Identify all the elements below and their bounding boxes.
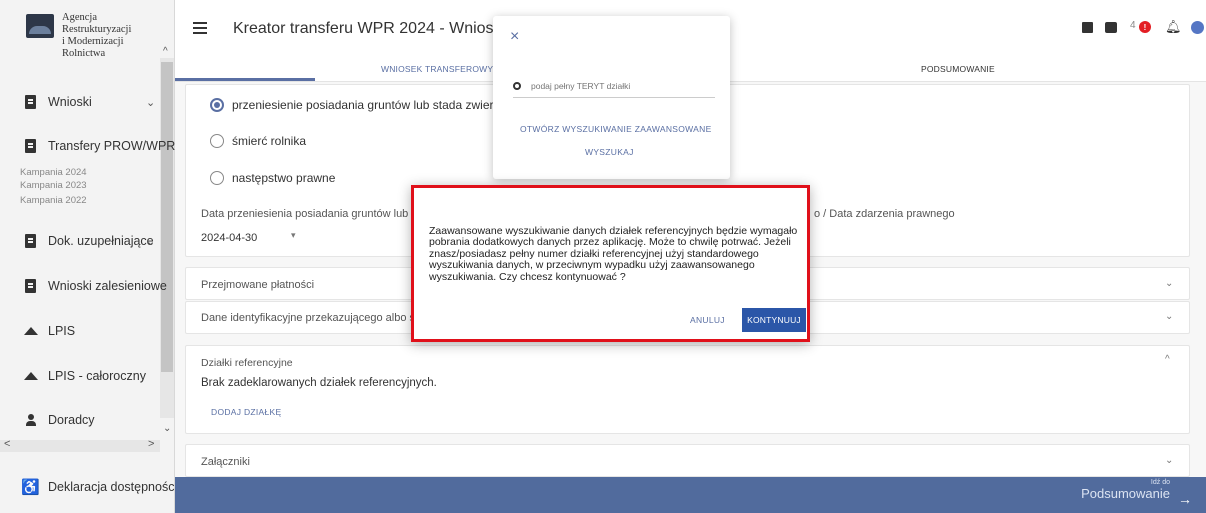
logo-icon <box>26 14 54 38</box>
sidebar-hscrollbar[interactable]: < > <box>0 438 160 452</box>
cancel-button[interactable]: ANULUJ <box>690 315 725 325</box>
scroll-right-icon[interactable]: > <box>148 438 154 450</box>
section-title: Załączniki <box>201 456 250 468</box>
tab-wniosek-transferowy[interactable]: WNIOSEK TRANSFEROWY <box>381 64 493 74</box>
sidebar-subitem-kampania-2023[interactable]: Kampania 2023 <box>20 180 87 191</box>
alert-badge-icon[interactable]: ! <box>1139 21 1151 33</box>
notification-count: 4 <box>1130 20 1136 31</box>
section-plots: Działki referencyjne Brak zadeklarowanyc… <box>185 345 1190 434</box>
sidebar-scrollbar-thumb[interactable] <box>161 62 173 372</box>
document-icon <box>24 234 37 248</box>
sidebar-scrollbar[interactable] <box>160 58 174 418</box>
empty-plots-text: Brak zadeklarowanych działek referencyjn… <box>201 377 437 389</box>
footer-bar[interactable]: Idź do Podsumowanie → <box>175 477 1206 513</box>
section-attachments[interactable]: Załączniki ⌄ <box>185 444 1190 477</box>
goto-label: Idź do <box>1150 479 1170 486</box>
document-icon <box>24 95 37 109</box>
chevron-down-icon[interactable]: ⌄ <box>1165 455 1173 466</box>
dropdown-arrow-icon[interactable]: ▾ <box>291 230 296 241</box>
menu-icon[interactable] <box>193 22 207 34</box>
add-plot-button[interactable]: DODAJ DZIAŁKĘ <box>211 407 282 417</box>
sidebar-item-lpis[interactable]: LPIS <box>0 316 160 346</box>
sidebar-item-label: Wnioski <box>48 95 92 109</box>
sidebar: Agencja Restrukturyzacji i Modernizacji … <box>0 0 177 513</box>
scroll-left-icon[interactable]: < <box>4 438 10 450</box>
sidebar-item-transfery[interactable]: Transfery PROW/WPR <box>0 131 175 161</box>
search-icon <box>513 82 521 90</box>
plot-search-popup: × OTWÓRZ WYSZUKIWANIE ZAAWANSOWANE WYSZU… <box>493 16 730 179</box>
sidebar-item-label: Dok. uzupełniające <box>48 234 154 248</box>
date-field[interactable]: 2024-04-30 <box>201 232 257 244</box>
chevron-down-icon[interactable]: ⌄ <box>1165 311 1173 322</box>
arimr-logo[interactable]: Agencja Restrukturyzacji i Modernizacji … <box>0 0 160 60</box>
radio-smierc[interactable] <box>210 134 224 148</box>
dialog-message: Zaawansowane wyszukiwanie danych działek… <box>429 225 798 283</box>
date-label-right: o / Data zdarzenia prawnego <box>814 208 955 220</box>
continue-button[interactable]: KONTYNUUJ <box>742 308 806 332</box>
goto-summary-link[interactable]: Idź do Podsumowanie → <box>1081 479 1192 507</box>
scroll-down-icon[interactable]: ⌄ <box>163 423 171 434</box>
sidebar-item-wnioski[interactable]: Wnioski ⌄ <box>0 87 160 117</box>
logo-line-2: i Modernizacji Rolnictwa <box>62 36 124 59</box>
section-title: Dane identyfikacyjne przekazującego albo… <box>201 312 434 324</box>
confirm-dialog: Zaawansowane wyszukiwanie danych działek… <box>411 185 810 342</box>
logo-line-1: Agencja Restrukturyzacji <box>62 12 132 35</box>
bell-icon[interactable]: 🔔︎ <box>1165 19 1182 35</box>
sidebar-item-label: Wnioski zalesieniowe <box>48 279 167 293</box>
sidebar-item-label: LPIS - całoroczny <box>48 369 146 383</box>
section-title: Przejmowane płatności <box>201 279 315 291</box>
sidebar-subitem-kampania-2024[interactable]: Kampania 2024 <box>20 167 87 178</box>
sidebar-item-doradcy[interactable]: Doradcy <box>0 405 160 435</box>
sidebar-item-wnioski-zalesieniowe[interactable]: Wnioski zalesieniowe <box>0 271 167 301</box>
teryt-search-input[interactable] <box>529 80 709 92</box>
print-icon[interactable] <box>1105 22 1117 33</box>
help-icon[interactable] <box>1191 21 1204 34</box>
goto-target: Podsumowanie <box>1081 486 1170 501</box>
sidebar-item-lpis-caloroczny[interactable]: LPIS - całoroczny <box>0 361 160 391</box>
date-label: Data przeniesienia posiadania gruntów lu… <box>201 208 417 220</box>
radio-przeniesienie[interactable] <box>210 98 224 112</box>
radio-label: śmierć rolnika <box>232 134 307 148</box>
mountain-icon <box>23 372 38 380</box>
sidebar-item-deklaracja-dostepnosci[interactable]: ♿ Deklaracja dostępności <box>0 472 177 502</box>
advanced-search-button[interactable]: OTWÓRZ WYSZUKIWANIE ZAAWANSOWANE <box>520 124 712 134</box>
person-icon <box>24 414 37 426</box>
radio-nastepstwo[interactable] <box>210 171 224 185</box>
close-icon[interactable]: × <box>510 28 519 46</box>
teryt-search-field[interactable] <box>513 80 715 98</box>
save-icon[interactable] <box>1082 22 1093 33</box>
document-icon <box>24 139 37 153</box>
search-button[interactable]: WYSZUKAJ <box>585 147 634 157</box>
arrow-right-icon: → <box>1178 491 1192 507</box>
section-title: Działki referencyjne <box>201 357 293 369</box>
sidebar-subitem-kampania-2022[interactable]: Kampania 2022 <box>20 195 87 206</box>
sidebar-item-label: Deklaracja dostępności <box>48 480 178 494</box>
mountain-icon <box>23 327 38 335</box>
chevron-down-icon[interactable]: ⌄ <box>1165 278 1173 289</box>
radio-label: następstwo prawne <box>232 171 336 185</box>
chevron-up-icon[interactable]: ^ <box>1165 354 1170 365</box>
scroll-up-icon[interactable]: ^ <box>163 46 168 57</box>
sidebar-item-label: LPIS <box>48 324 76 338</box>
chevron-down-icon: ⌄ <box>146 235 156 248</box>
document-icon <box>24 279 37 293</box>
tab-podsumowanie[interactable]: PODSUMOWANIE <box>921 64 995 74</box>
radio-label: przeniesienie posiadania gruntów lub sta… <box>232 98 530 112</box>
chevron-down-icon: ⌄ <box>146 96 156 109</box>
sidebar-item-dok-uzupelniajace[interactable]: Dok. uzupełniające ⌄ <box>0 226 160 256</box>
sidebar-item-label: Transfery PROW/WPR <box>48 139 176 153</box>
sidebar-item-label: Doradcy <box>48 413 95 427</box>
active-tab-indicator <box>175 78 315 81</box>
accessibility-icon: ♿ <box>21 479 40 496</box>
